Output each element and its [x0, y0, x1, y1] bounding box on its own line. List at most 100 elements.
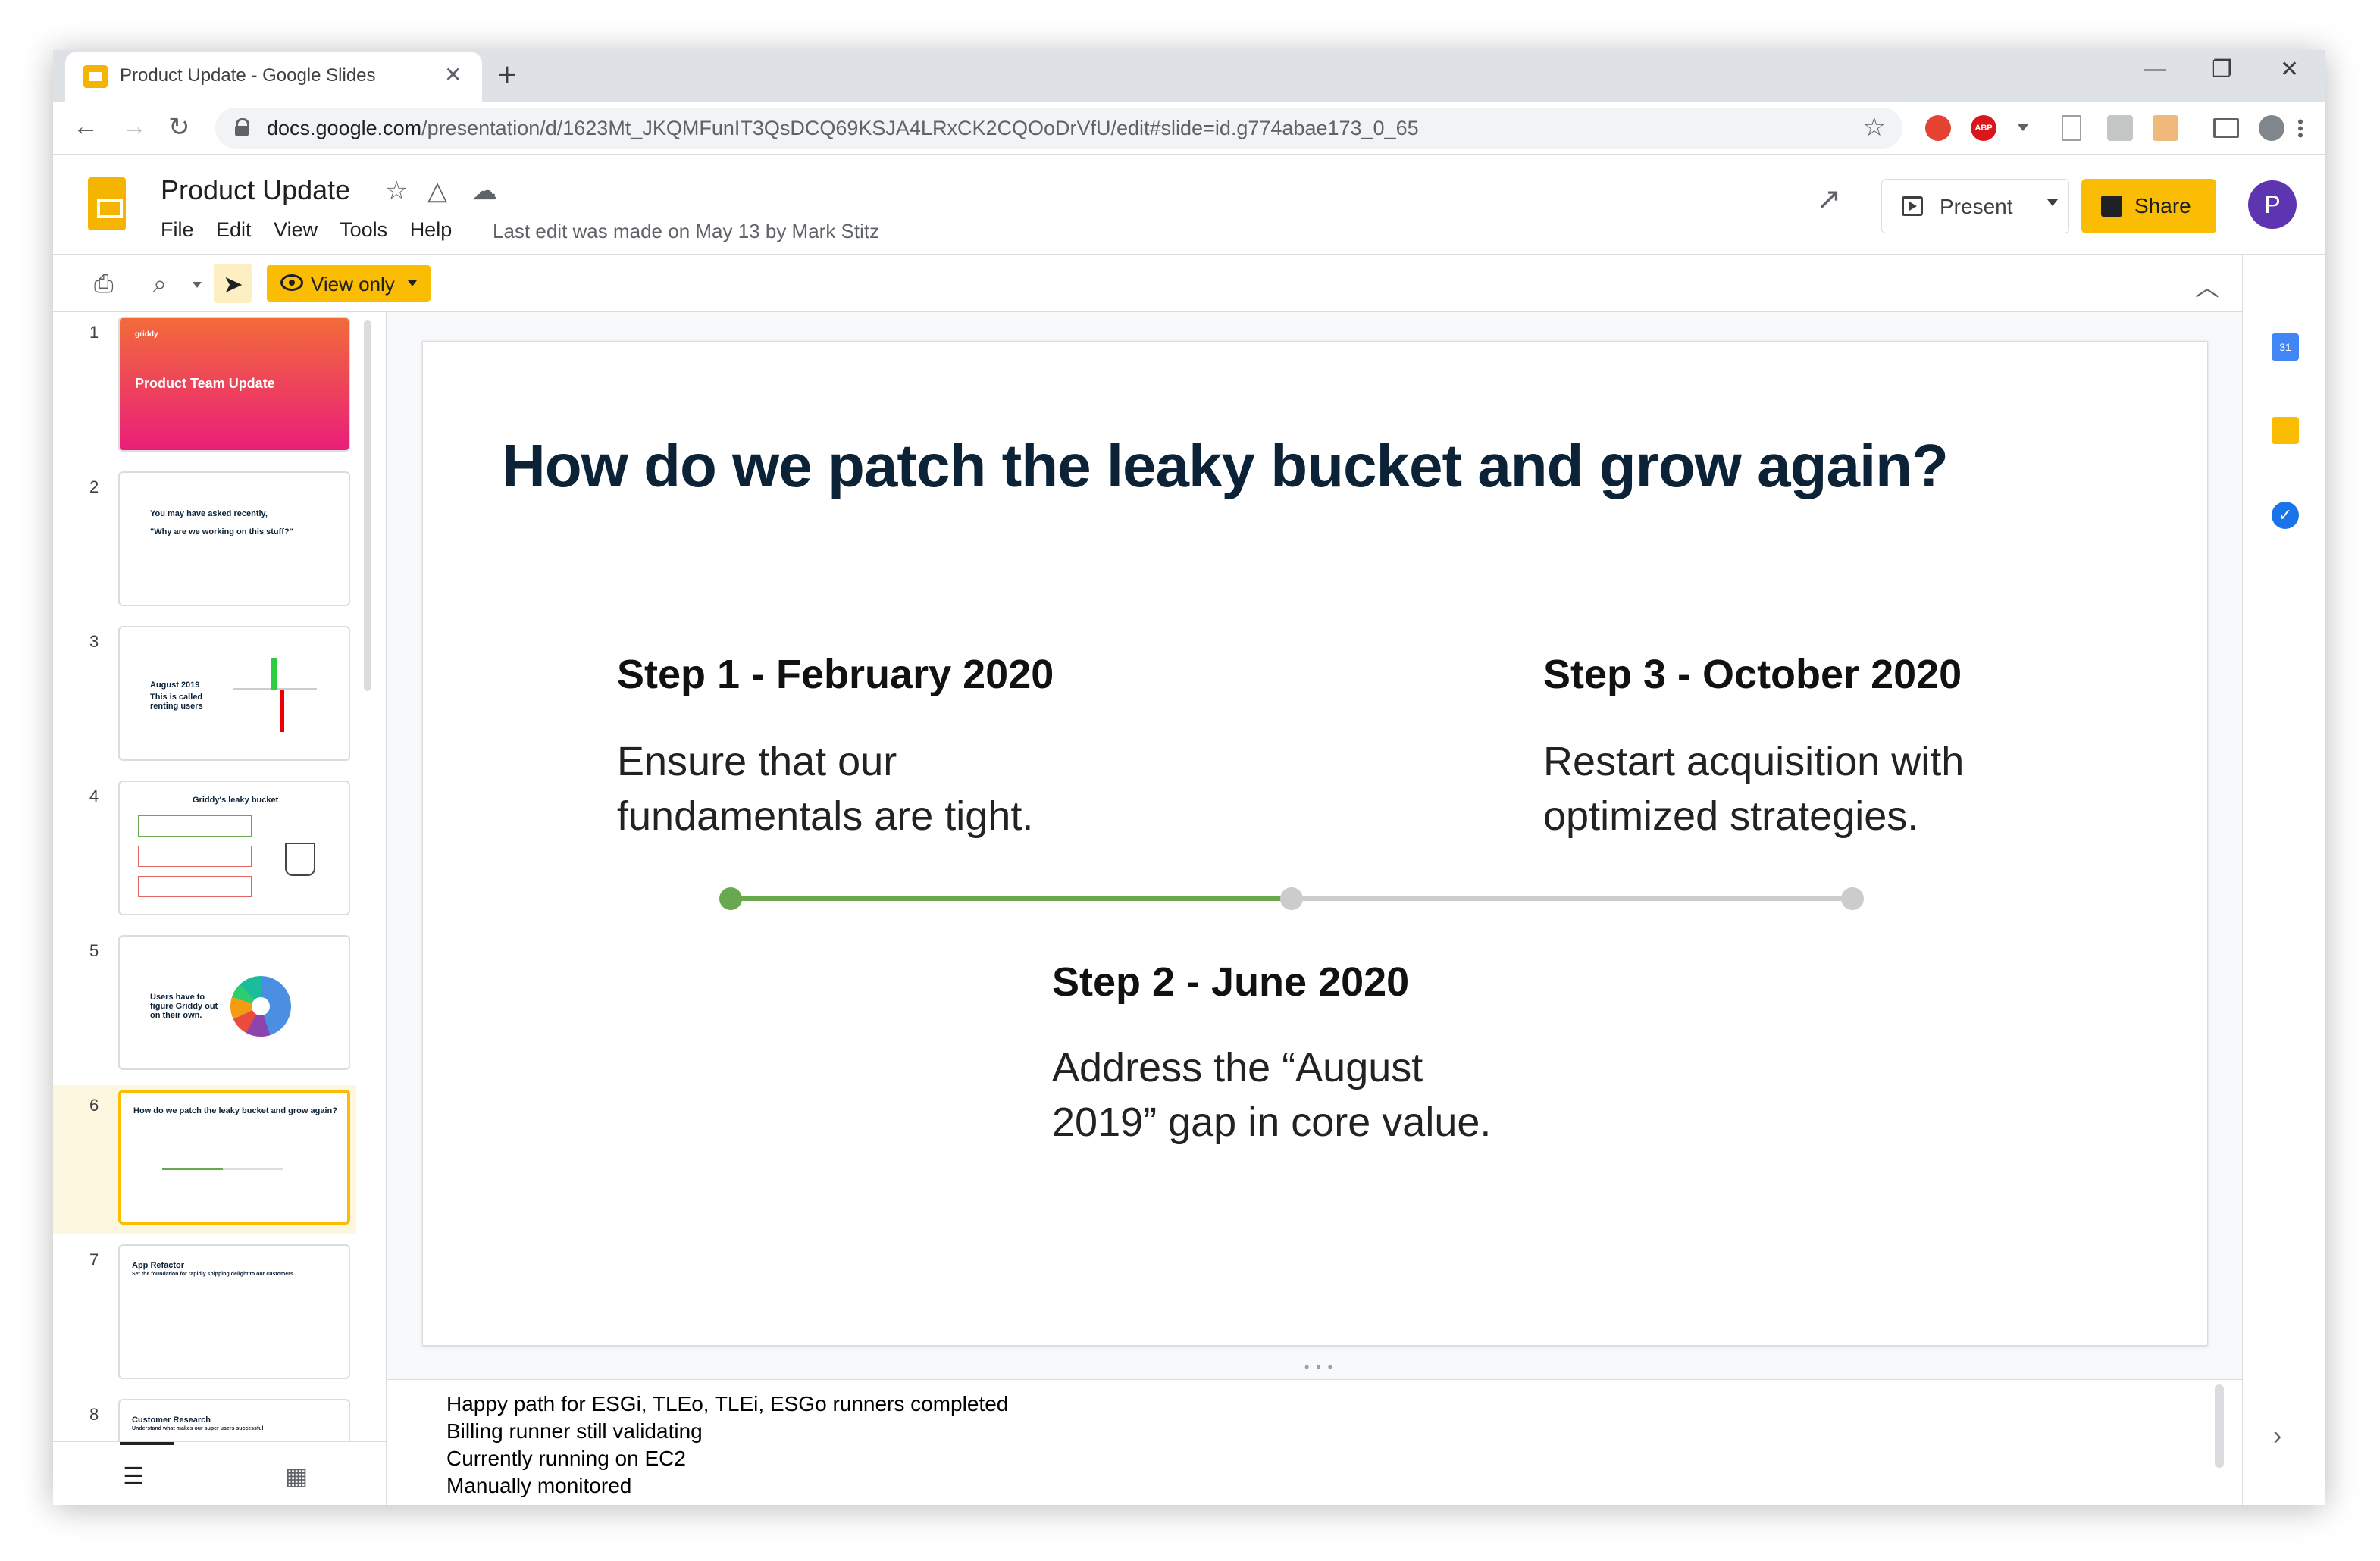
- cast-icon[interactable]: [2213, 118, 2239, 138]
- forward-button[interactable]: →: [121, 112, 147, 142]
- slides-favicon-icon: [83, 65, 108, 88]
- slides-logo-icon[interactable]: [88, 177, 126, 230]
- present-icon: [1902, 196, 1923, 216]
- menu-tools[interactable]: Tools: [340, 218, 387, 241]
- reload-button[interactable]: ↻: [168, 112, 190, 142]
- menu-file[interactable]: File: [161, 218, 194, 241]
- zoom-icon[interactable]: ⌕: [153, 270, 167, 299]
- filmstrip-view-icon[interactable]: ☰: [123, 1462, 145, 1491]
- current-slide: How do we patch the leaky bucket and gro…: [422, 341, 2208, 1346]
- slide-number: 7: [89, 1250, 99, 1269]
- slide-number: 1: [89, 323, 99, 342]
- share-label: Share: [2134, 194, 2191, 217]
- cloud-status-icon[interactable]: ☁: [471, 176, 497, 206]
- browser-tab[interactable]: Product Update - Google Slides ✕: [65, 52, 482, 102]
- filmstrip-view-switcher: ☰ ▦: [53, 1441, 387, 1505]
- step-2-body: Address the “August 2019” gap in core va…: [1052, 1045, 1492, 1145]
- share-button[interactable]: Share: [2081, 179, 2216, 233]
- present-button[interactable]: Present: [1881, 179, 2069, 233]
- speaker-notes[interactable]: Happy path for ESGi, TLEo, TLEi, ESGo ru…: [387, 1379, 2242, 1505]
- document-title[interactable]: Product Update: [161, 174, 350, 206]
- step-1-body: Ensure that our fundamentals are tight.: [617, 739, 1034, 839]
- filmstrip-slide-1[interactable]: 1 griddy Product Team Update: [53, 312, 356, 461]
- active-view-indicator: [120, 1442, 174, 1445]
- timeline-dot-2: [1280, 887, 1303, 910]
- slide-number: 3: [89, 632, 99, 651]
- thumb-box-2: [138, 846, 252, 867]
- notes-scrollbar[interactable]: [2215, 1384, 2224, 1468]
- url-text[interactable]: docs.google.com/presentation/d/1623Mt_JK…: [267, 117, 1419, 140]
- ext-face-icon[interactable]: [2153, 115, 2178, 141]
- filmstrip-slide-4[interactable]: 4 Griddy's leaky bucket: [53, 776, 356, 924]
- thumb-progress: [162, 1168, 223, 1170]
- close-window-button[interactable]: ✕: [2280, 56, 2299, 83]
- edit-toolbar: ⎙ ⌕ ➤ View only ︿: [53, 255, 2242, 312]
- slide-filmstrip: 1 griddy Product Team Update 2 You may h…: [53, 312, 387, 1441]
- notes-resize-handle[interactable]: • • •: [1304, 1359, 1334, 1375]
- address-bar[interactable]: docs.google.com/presentation/d/1623Mt_JK…: [215, 108, 1902, 149]
- zoom-dropdown-icon[interactable]: [193, 282, 202, 288]
- slides-header: Product Update ☆ △ ☁ File Edit View Tool…: [53, 155, 2325, 255]
- page-extension-icon[interactable]: [2062, 115, 2081, 141]
- keep-icon[interactable]: [2272, 417, 2299, 444]
- back-button[interactable]: ←: [73, 112, 99, 142]
- filmstrip-slide-5[interactable]: 5 Users have to figure Griddy out on the…: [53, 931, 356, 1079]
- present-dropdown-icon[interactable]: [2047, 199, 2058, 206]
- slide-number: 5: [89, 941, 99, 960]
- step-3-body: Restart acquisition with optimized strat…: [1543, 739, 1965, 839]
- star-icon[interactable]: ☆: [385, 176, 408, 206]
- slide-thumbnail: Griddy's leaky bucket: [118, 780, 350, 915]
- activity-trend-icon[interactable]: ↗: [1816, 182, 1842, 217]
- notes-line: Manually monitored: [446, 1474, 632, 1497]
- thumb-title: Set the foundation for rapidly shipping …: [132, 1272, 293, 1277]
- tab-close-icon[interactable]: ✕: [444, 62, 462, 87]
- filmstrip-scrollbar[interactable]: [364, 320, 371, 691]
- slide-number: 2: [89, 477, 99, 496]
- todoist-extension-icon[interactable]: [1925, 115, 1951, 141]
- view-only-button[interactable]: View only: [267, 265, 431, 302]
- notes-line: Happy path for ESGi, TLEo, TLEi, ESGo ru…: [446, 1392, 1009, 1416]
- filmstrip-slide-8[interactable]: 8 Customer Research Understand what make…: [53, 1394, 356, 1441]
- expand-panel-icon[interactable]: ›: [2273, 1422, 2281, 1451]
- thumb-text: griddy: [135, 330, 158, 339]
- extensions-dropdown-icon[interactable]: [2018, 124, 2028, 131]
- filmstrip-slide-3[interactable]: 3 August 2019 This is called renting use…: [53, 621, 356, 770]
- thumb-bucket: [285, 843, 315, 876]
- thumb-title: Product Team Update: [135, 376, 275, 391]
- slide-number: 4: [89, 787, 99, 806]
- tasks-icon[interactable]: ✓: [2272, 502, 2299, 529]
- view-only-dropdown-icon: [408, 280, 417, 286]
- grid-view-icon[interactable]: ▦: [285, 1462, 308, 1491]
- thumb-box-3: [138, 876, 252, 897]
- ext-puzzle-icon[interactable]: [2107, 115, 2133, 141]
- filmstrip-slide-2[interactable]: 2 You may have asked recently, "Why are …: [53, 467, 356, 615]
- restore-button[interactable]: ❐: [2212, 56, 2232, 83]
- profile-avatar-icon[interactable]: [2259, 115, 2284, 141]
- notes-line: Billing runner still validating: [446, 1419, 703, 1443]
- minimize-button[interactable]: —: [2144, 56, 2166, 82]
- menu-edit[interactable]: Edit: [216, 218, 252, 241]
- print-icon[interactable]: ⎙: [94, 270, 114, 299]
- browser-window: Product Update - Google Slides ✕ + — ❐ ✕…: [53, 50, 2325, 1505]
- bookmark-star-icon[interactable]: ☆: [1863, 112, 1886, 142]
- collapse-menus-icon[interactable]: ︿: [2195, 268, 2219, 303]
- last-edit-link[interactable]: Last edit was made on May 13 by Mark Sti…: [493, 220, 879, 243]
- adblock-extension-icon[interactable]: ABP: [1971, 115, 1996, 141]
- browser-menu-icon[interactable]: [2298, 118, 2303, 138]
- calendar-icon[interactable]: 31: [2272, 333, 2299, 361]
- account-avatar[interactable]: P: [2248, 180, 2297, 229]
- thumb-title: This is called renting users: [150, 693, 203, 711]
- thumb-donut-hole: [252, 997, 270, 1015]
- new-tab-button[interactable]: +: [497, 56, 517, 94]
- select-tool-button[interactable]: ➤: [214, 264, 252, 303]
- slide-thumbnail: August 2019 This is called renting users: [118, 626, 350, 761]
- step-3-title: Step 3 - October 2020: [1543, 652, 1962, 697]
- filmstrip-slide-7[interactable]: 7 App Refactor Set the foundation for ra…: [53, 1240, 356, 1388]
- move-to-drive-icon[interactable]: △: [427, 176, 447, 206]
- thumb-text: App Refactor: [132, 1261, 185, 1270]
- menu-help[interactable]: Help: [410, 218, 453, 241]
- menu-view[interactable]: View: [274, 218, 318, 241]
- present-label: Present: [1940, 195, 2013, 218]
- url-path: /presentation/d/1623Mt_JKQMFunIT3QsDCQ69…: [421, 117, 1419, 139]
- filmstrip-slide-6[interactable]: 6 How do we patch the leaky bucket and g…: [53, 1085, 356, 1234]
